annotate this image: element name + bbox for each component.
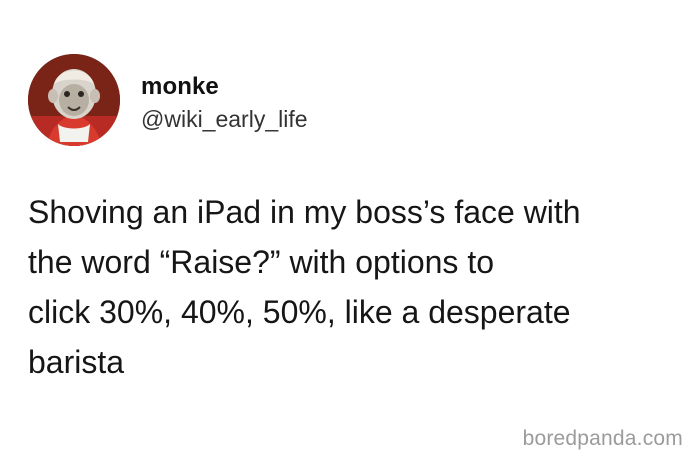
site-watermark: boredpanda.com (522, 427, 683, 450)
user-handle[interactable]: @wiki_early_life (141, 105, 308, 133)
monkey-portrait-icon (28, 54, 120, 146)
tweet-card: monke @wiki_early_life Shoving an iPad i… (0, 0, 700, 464)
tweet-text: Shoving an iPad in my boss’s face with t… (28, 194, 581, 380)
avatar[interactable] (28, 54, 120, 146)
display-name[interactable]: monke (141, 73, 219, 101)
